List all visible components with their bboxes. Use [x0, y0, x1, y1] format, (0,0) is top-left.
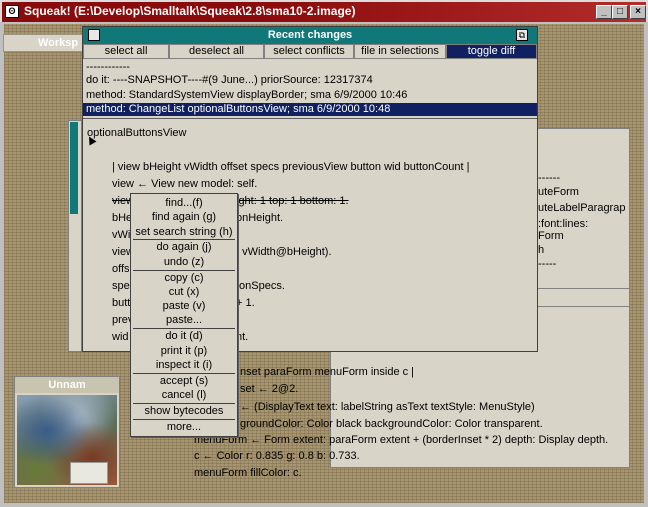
- background-code-line[interactable]: c ← Color r: 0.835 g: 0.8 b: 0.733.: [194, 450, 360, 462]
- code-line-prefix[interactable]: vWi: [112, 229, 130, 241]
- code-line-prefix[interactable]: wid: [112, 331, 129, 343]
- background-code-line[interactable]: nset paraForm menuForm inside c |: [240, 366, 414, 378]
- workspace-tab[interactable]: Worksp: [3, 34, 85, 52]
- background-line: -----: [538, 258, 557, 270]
- background-divider: [538, 306, 630, 307]
- background-code-line[interactable]: menuForm ← Form extent: paraForm extent …: [194, 434, 608, 446]
- background-code-line[interactable]: groundColor: Color black backgroundColor…: [240, 418, 543, 430]
- window-titlebar[interactable]: ʘ Squeak! (E:\Develop\Smalltalk\Squeak\2…: [0, 0, 648, 22]
- background-code-line[interactable]: ← (DisplayText text: labelString asText …: [240, 401, 535, 413]
- list-item-selected[interactable]: method: ChangeList optionalButtonsView; …: [83, 103, 537, 116]
- code-line-tail[interactable]: : vWidth@bHeight).: [236, 246, 332, 258]
- code-line-prefix[interactable]: offs: [112, 263, 130, 275]
- select-all-button[interactable]: select all: [83, 44, 169, 59]
- deselect-all-button[interactable]: deselect all: [169, 44, 264, 59]
- menu-item[interactable]: do it (d): [131, 329, 237, 343]
- code-line[interactable]: | view bHeight vWidth offset specs previ…: [112, 161, 470, 173]
- code-line-tail[interactable]: tonSpecs.: [236, 280, 285, 292]
- method-selector[interactable]: optionalButtonsView: [87, 127, 186, 139]
- thumbnail-window-title[interactable]: Unnam: [15, 377, 119, 393]
- recent-changes-title: Recent changes: [267, 29, 353, 41]
- code-scrollbar-thumb[interactable]: [70, 122, 78, 214]
- background-line: Form: [538, 230, 564, 242]
- menu-item[interactable]: do again (j): [131, 240, 237, 254]
- menu-item[interactable]: cut (x): [131, 285, 237, 299]
- menu-item[interactable]: find again (g): [131, 210, 237, 224]
- menu-item[interactable]: accept (s): [131, 374, 237, 388]
- menu-item[interactable]: more...: [131, 420, 237, 434]
- code-line-tail[interactable]: + 1.: [236, 297, 255, 309]
- window-title: Squeak! (E:\Develop\Smalltalk\Squeak\2.8…: [24, 4, 356, 18]
- menu-item[interactable]: copy (c): [131, 271, 237, 285]
- background-code-line[interactable]: set ← 2@2.: [240, 383, 298, 395]
- code-line-struck[interactable]: ight: 1 top: 1 bottom: 1.: [236, 195, 349, 207]
- background-divider: [538, 288, 630, 289]
- background-code-line[interactable]: menuForm fillColor: c.: [194, 467, 302, 479]
- list-item[interactable]: ------------: [83, 61, 537, 74]
- background-line: h: [538, 244, 545, 256]
- menu-item[interactable]: paste (v): [131, 299, 237, 313]
- code-line-tail[interactable]: onHeight.: [236, 212, 283, 224]
- close-button[interactable]: ×: [630, 5, 646, 19]
- close-box-icon[interactable]: [88, 29, 100, 41]
- select-conflicts-button[interactable]: select conflicts: [264, 44, 354, 59]
- background-line: uteLabelParagrap: [538, 202, 626, 214]
- code-line-prefix[interactable]: butt: [112, 297, 130, 309]
- file-in-selections-button[interactable]: file in selections: [354, 44, 446, 59]
- collapse-box-icon[interactable]: ⧉: [516, 29, 528, 41]
- menu-item[interactable]: undo (z): [131, 255, 237, 269]
- thumbnail-inset: [70, 462, 108, 484]
- background-line: :font:lines:: [538, 218, 589, 230]
- menu-item[interactable]: print it (p): [131, 344, 237, 358]
- list-item[interactable]: method: StandardSystemView displayBorder…: [83, 89, 537, 102]
- menu-item[interactable]: set search string (h): [131, 225, 237, 239]
- code-line[interactable]: view ← View new model: self.: [112, 178, 257, 190]
- toggle-diff-button[interactable]: toggle diff: [446, 44, 537, 59]
- menu-item[interactable]: paste...: [131, 313, 237, 327]
- list-item[interactable]: do it: ----SNAPSHOT----#(9 June...) prio…: [83, 74, 537, 87]
- maximize-button[interactable]: □: [612, 5, 628, 19]
- background-line: uteForm: [538, 186, 579, 198]
- menu-item[interactable]: inspect it (i): [131, 358, 237, 372]
- background-dashes: ------: [538, 172, 560, 184]
- menu-item[interactable]: cancel (l): [131, 388, 237, 402]
- squeak-mouse-icon[interactable]: ʘ: [5, 5, 19, 18]
- menu-item[interactable]: show bytecodes: [131, 404, 237, 418]
- menu-item[interactable]: find...(f): [131, 196, 237, 210]
- minimize-button[interactable]: _: [596, 5, 612, 19]
